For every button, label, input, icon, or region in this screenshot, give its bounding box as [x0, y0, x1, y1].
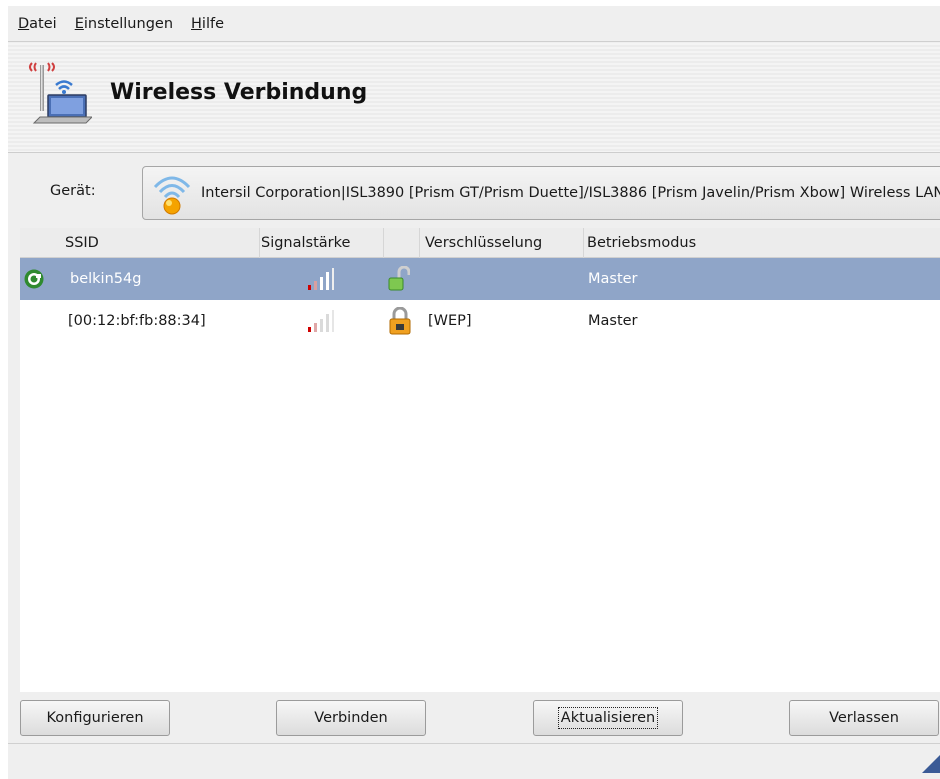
device-value: Intersil Corporation|ISL3890 [Prism GT/P…: [201, 185, 940, 201]
refresh-button[interactable]: Aktualisieren: [533, 700, 683, 736]
quit-button[interactable]: Verlassen: [789, 700, 939, 736]
menu-hilfe[interactable]: Hilfe: [191, 16, 224, 32]
header-banner: Wireless Verbindung: [8, 43, 940, 153]
menu-datei[interactable]: Datei: [18, 16, 57, 32]
left-border: [0, 0, 8, 779]
ssid-cell: [00:12:bf:fb:88:34]: [68, 313, 206, 329]
unlocked-icon: [388, 266, 410, 291]
device-select[interactable]: Intersil Corporation|ISL3890 [Prism GT/P…: [142, 166, 940, 220]
ssid-cell: belkin54g: [70, 271, 142, 287]
signal-strength-icon: [308, 268, 334, 290]
button-bar: Konfigurieren Verbinden Aktualisieren Ve…: [8, 692, 940, 744]
menu-bar: Datei Einstellungen Hilfe: [8, 6, 940, 42]
column-mode[interactable]: Betriebsmodus: [582, 228, 940, 258]
network-list[interactable]: SSID Signalstärke Verschlüsselung Betrie…: [20, 228, 940, 692]
mode-cell: Master: [588, 271, 638, 287]
status-bar: [8, 745, 940, 779]
wifi-signal-icon: [153, 176, 191, 215]
network-row[interactable]: [00:12:bf:fb:88:34] [WEP] Master: [20, 300, 940, 342]
wireless-connection-window: Datei Einstellungen Hilfe Wireless Verbi…: [0, 0, 940, 779]
column-signal[interactable]: Signalstärke: [256, 228, 384, 258]
configure-button[interactable]: Konfigurieren: [20, 700, 170, 736]
menu-einstellungen[interactable]: Einstellungen: [75, 16, 173, 32]
resize-grip-icon[interactable]: [922, 755, 940, 773]
locked-icon: [389, 307, 411, 335]
column-ssid[interactable]: SSID: [60, 228, 260, 258]
page-title: Wireless Verbindung: [110, 80, 368, 105]
column-encryption[interactable]: Verschlüsselung: [420, 228, 584, 258]
encryption-cell: [WEP]: [428, 313, 472, 329]
signal-strength-icon: [308, 310, 334, 332]
mode-cell: Master: [588, 313, 638, 329]
list-header: SSID Signalstärke Verschlüsselung Betrie…: [20, 228, 940, 258]
connected-icon: [24, 269, 44, 289]
wireless-laptop-icon: [29, 62, 92, 124]
device-row: Gerät: Intersil Corporation|ISL3890 [Pri…: [8, 165, 940, 225]
device-label: Gerät:: [50, 183, 96, 199]
column-lock[interactable]: [384, 228, 420, 258]
network-row[interactable]: belkin54g Master: [20, 258, 940, 300]
connect-button[interactable]: Verbinden: [276, 700, 426, 736]
